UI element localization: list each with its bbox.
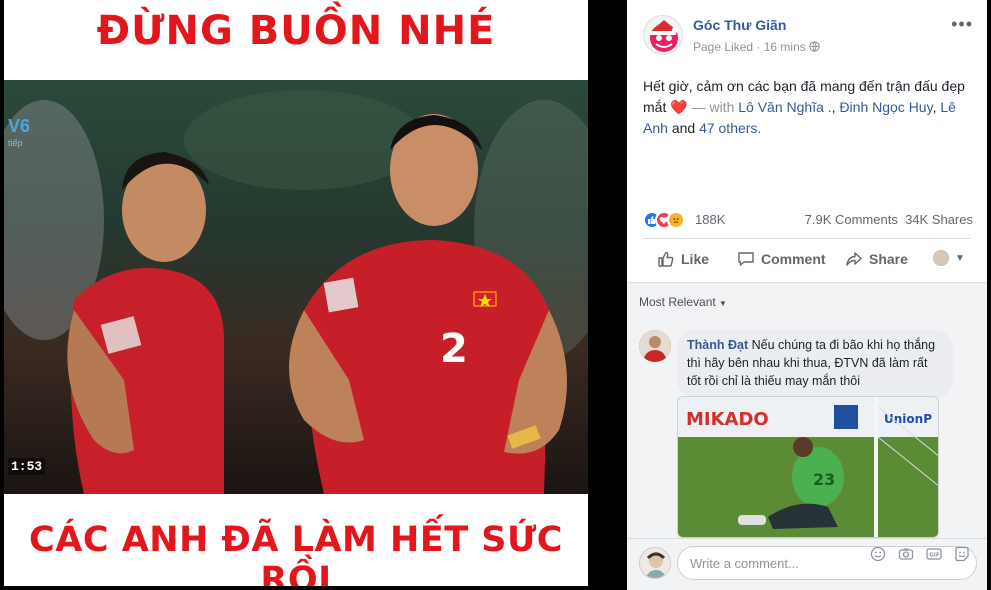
chevron-down-icon: ▼ — [719, 299, 727, 308]
post-panel: Góc Thư Giãn Page Liked · 16 mins ••• Hế… — [627, 0, 987, 590]
post-meta: Page Liked · 16 mins — [693, 40, 820, 55]
reaction-count[interactable]: 188K — [695, 212, 725, 227]
divider — [643, 238, 971, 239]
comment-bubble: Thành Đạt Nếu chúng ta đi bão khi họ thắ… — [677, 330, 953, 398]
like-label: Like — [681, 251, 710, 267]
broadcast-logo: V6 — [8, 116, 31, 136]
post-time[interactable]: 16 mins — [764, 40, 806, 54]
and-label: and — [671, 120, 696, 136]
match-timer: 1:53 — [8, 458, 46, 475]
comment-filter-bar: Most Relevant ▼ — [627, 282, 987, 322]
more-options-button[interactable]: ••• — [951, 14, 973, 35]
with-label: — with — [691, 99, 735, 115]
gif-icon[interactable]: GIF — [925, 546, 943, 564]
post-actions: Like Comment Share ▼ — [643, 242, 971, 278]
comment-input-placeholder: Write a comment... — [690, 556, 799, 571]
caption-top: ĐỪNG BUỒN NHÉ — [96, 8, 496, 54]
unionp-banner: UnionP — [884, 412, 932, 426]
share-icon — [846, 252, 862, 266]
sad-reaction-icon — [667, 211, 685, 229]
current-user-avatar[interactable] — [639, 547, 671, 579]
tag-separator: , — [932, 99, 937, 115]
comment-list: Thành Đạt Nếu chúng ta đi bão khi họ thắ… — [627, 322, 987, 538]
comment-count[interactable]: 7.9K Comments — [805, 212, 898, 227]
thumbs-up-icon — [658, 251, 674, 267]
comment-composer: Write a comment... GIF — [627, 538, 987, 590]
tag-others[interactable]: 47 others. — [699, 120, 761, 136]
jersey-number: 2 — [440, 326, 468, 372]
broadcast-sub: tiếp — [8, 138, 23, 148]
chevron-down-icon: ▼ — [955, 252, 965, 264]
caption-bottom: CÁC ANH ĐÃ LÀM HẾT SỨC RỒI — [29, 520, 563, 586]
comment-image[interactable]: MIKADO UnionP 23 — [677, 396, 939, 538]
composer-tools: GIF — [869, 546, 971, 564]
post-image[interactable]: ĐỪNG BUỒN NHÉ 2 V6 tiếp 1:53 CÁC ANH ĐÃ … — [4, 0, 588, 586]
players-photo: 2 V6 tiếp 1:53 — [4, 80, 588, 494]
camera-icon[interactable] — [897, 546, 915, 564]
most-relevant-label: Most Relevant — [639, 295, 716, 309]
comment-button[interactable]: Comment — [737, 250, 826, 268]
meta-separator: · — [756, 40, 761, 54]
sticker-icon[interactable] — [953, 546, 971, 564]
svg-text:GIF: GIF — [929, 553, 940, 559]
comment-share-counts: 7.9K Comments 34K Shares — [805, 212, 973, 227]
comment-label: Comment — [761, 251, 826, 267]
share-label: Share — [869, 251, 908, 267]
tag-dinh-ngoc-huy[interactable]: Đinh Ngọc Huy — [839, 99, 932, 115]
comment-icon — [738, 252, 754, 266]
comment-author[interactable]: Thành Đạt — [687, 338, 748, 352]
most-relevant-dropdown[interactable]: Most Relevant ▼ — [639, 295, 727, 309]
page-avatar[interactable] — [643, 15, 683, 55]
reaction-summary: 188K 7.9K Comments 34K Shares — [643, 210, 973, 230]
reaction-icons[interactable] — [643, 211, 691, 229]
globe-icon — [809, 41, 820, 55]
post-body: Hết giờ, cảm ơn các bạn đã mang đến trận… — [643, 76, 973, 139]
like-button[interactable]: Like — [657, 250, 709, 268]
tag-lo-van-nghia[interactable]: Lô Văn Nghĩa . — [738, 99, 831, 115]
emoji-icon[interactable] — [869, 546, 887, 564]
commenter-avatar[interactable] — [639, 330, 671, 362]
tag-separator: , — [831, 99, 836, 115]
keeper-number: 23 — [813, 470, 835, 489]
mikado-banner: MIKADO — [686, 409, 769, 430]
post-header: Góc Thư Giãn Page Liked · 16 mins ••• — [627, 0, 987, 60]
page-liked-label[interactable]: Page Liked — [693, 40, 753, 54]
page-name[interactable]: Góc Thư Giãn — [693, 17, 786, 33]
heart-emoji: ❤️ — [670, 99, 688, 115]
post-as-selector[interactable]: ▼ — [933, 250, 965, 266]
share-button[interactable]: Share — [845, 250, 908, 268]
share-count[interactable]: 34K Shares — [905, 212, 973, 227]
user-avatar-small — [933, 250, 949, 266]
